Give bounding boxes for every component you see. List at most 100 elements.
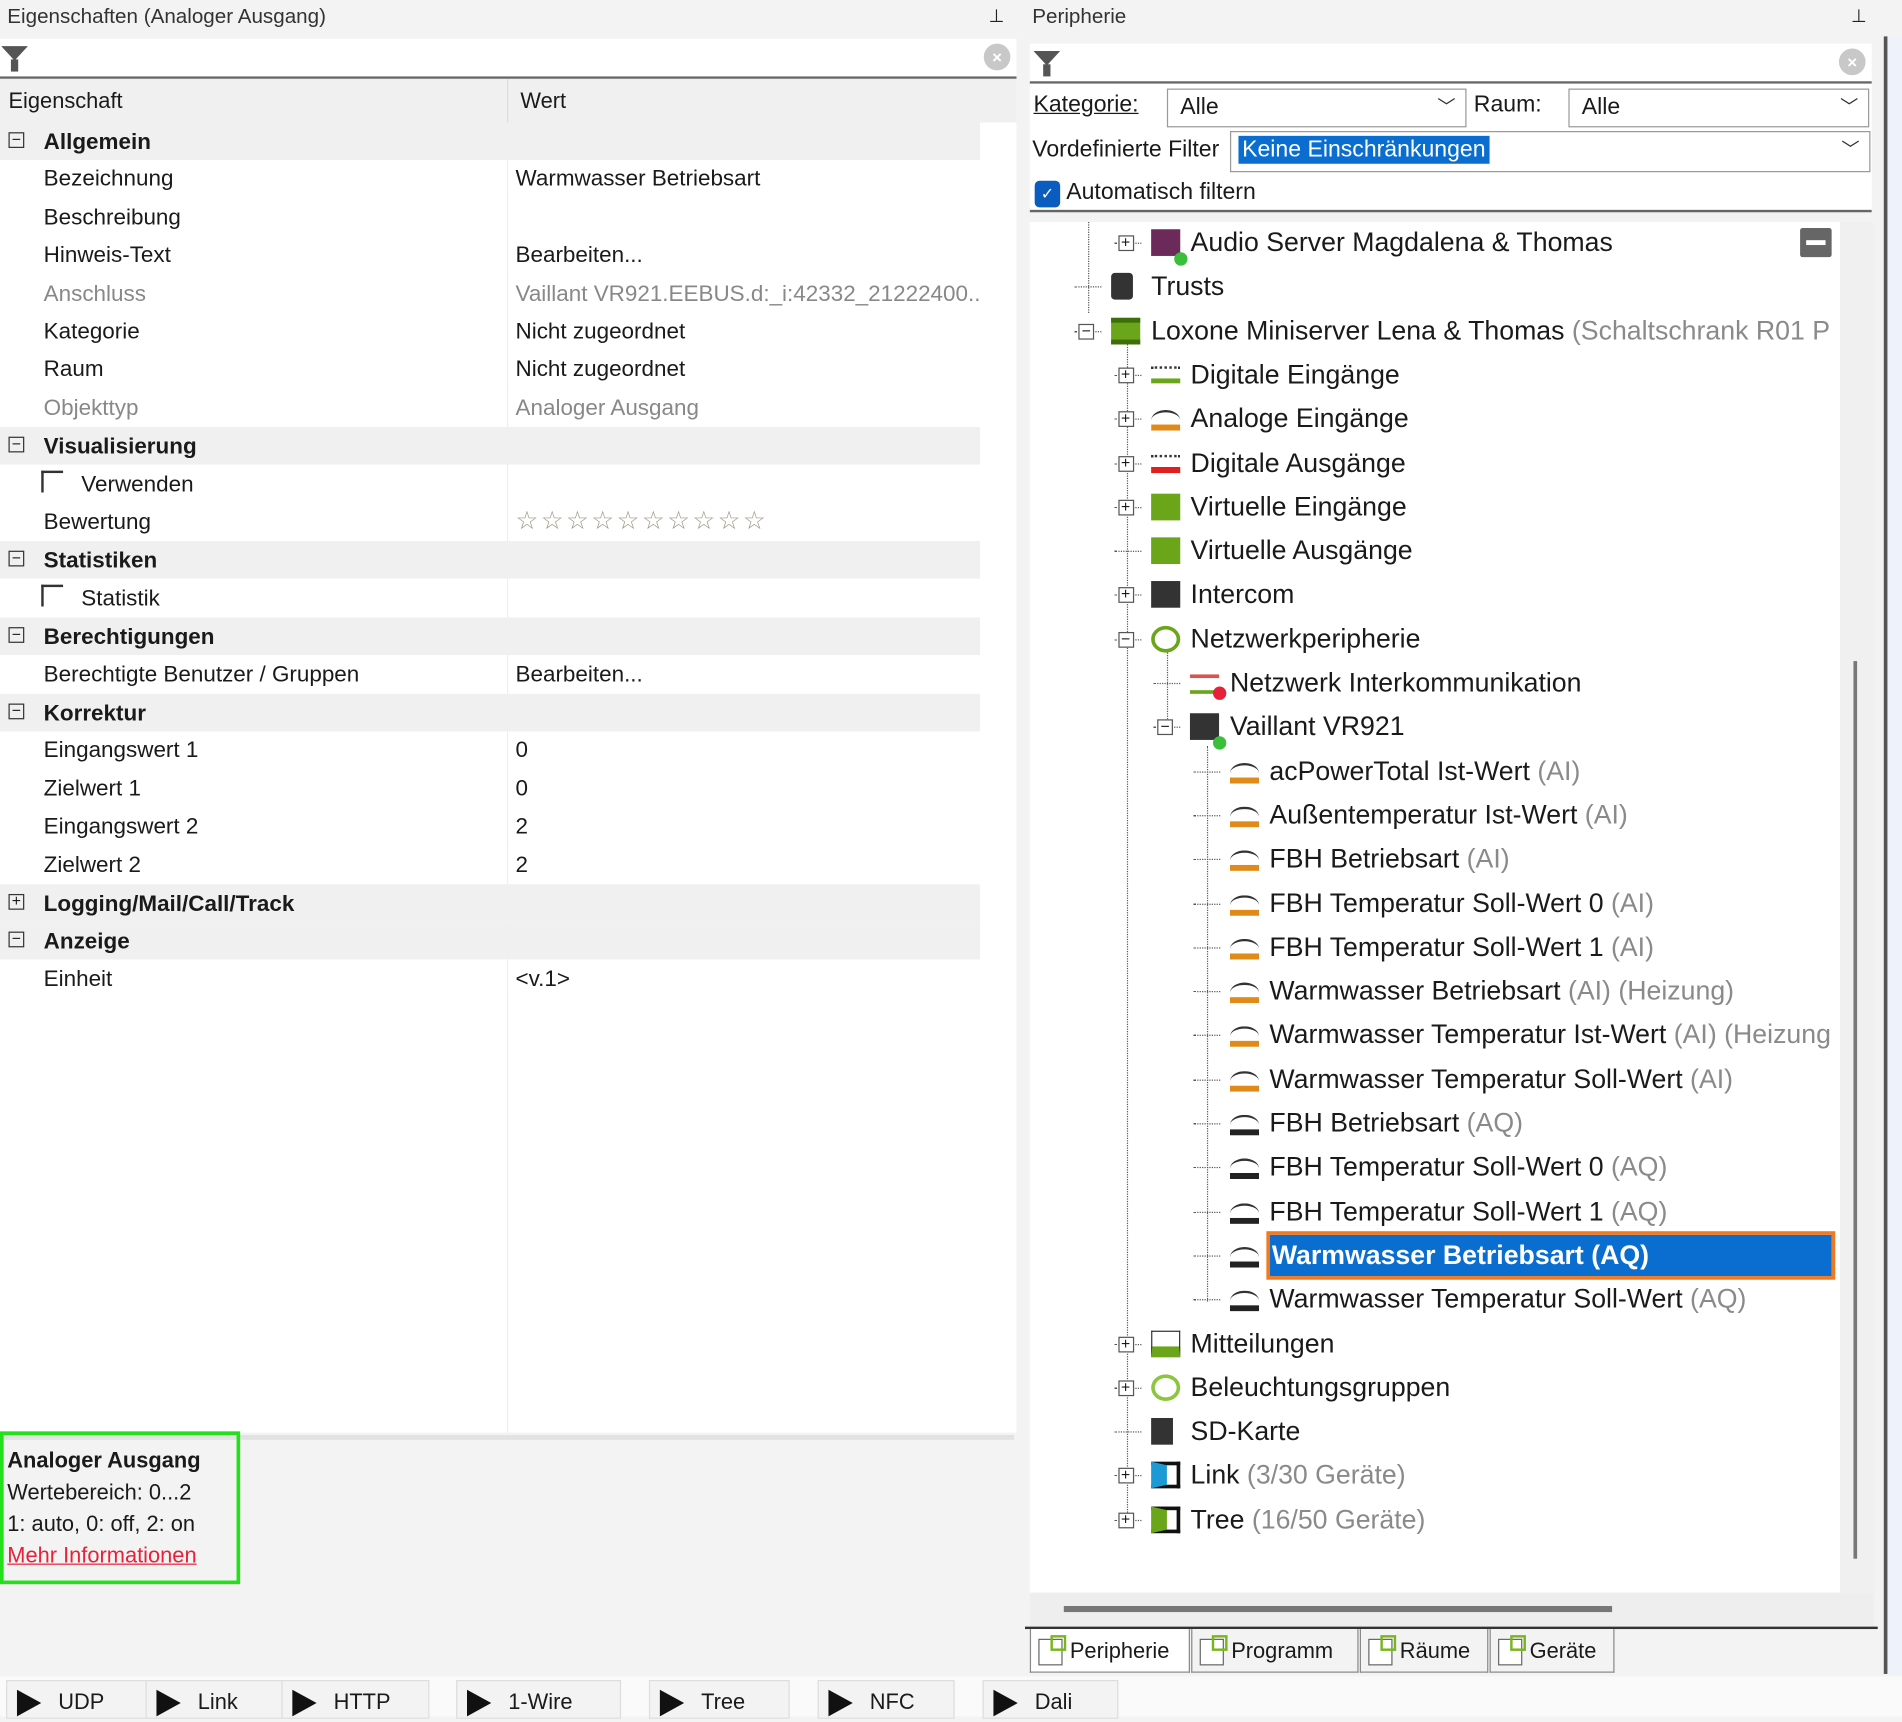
tree-item[interactable]: SD-Karte [1030,1411,1840,1452]
collapse-icon[interactable]: − [8,550,25,567]
tree-item-label[interactable]: Mitteilungen [1191,1323,1335,1364]
properties-filter-input[interactable]: × [0,38,1017,79]
property-value[interactable]: 2 [508,846,981,882]
property-row[interactable]: Eingangswert 2 2 [0,808,981,846]
tree-item-label[interactable]: Virtuelle Ausgänge [1191,530,1413,571]
column-header-value[interactable]: Wert [520,89,566,114]
clear-filter-icon[interactable]: × [1838,48,1866,76]
tree-item-label[interactable]: Intercom [1191,574,1295,615]
collapse-icon[interactable]: − [8,131,25,148]
bottom-tab-http[interactable]: HTTP [281,1680,430,1719]
property-value[interactable]: Analoger Ausgang [508,389,981,425]
column-header-property[interactable]: Eigenschaft [8,89,122,114]
tab-peripherie[interactable]: Peripherie [1029,1629,1190,1673]
tree-item-label[interactable]: SD-Karte [1191,1411,1301,1452]
collapse-icon[interactable]: − [1078,322,1095,340]
rating-stars[interactable]: ☆☆☆☆☆☆☆☆☆☆ [508,503,981,539]
tree-item[interactable]: Außentemperatur Ist-Wert (AI) [1030,794,1840,835]
tree-item[interactable]: Warmwasser Temperatur Soll-Wert (AI) [1030,1059,1840,1100]
tree-item[interactable]: Warmwasser Betriebsart (AI) (Heizung) [1030,971,1840,1012]
pin-icon[interactable]: ⊥ [1851,5,1867,27]
tree-item-label[interactable]: Loxone Miniserver Lena & Thomas (Schalts… [1151,310,1830,351]
property-value[interactable] [508,579,981,615]
property-value[interactable]: 2 [508,808,981,844]
bottom-tab-dali[interactable]: Dali [982,1680,1119,1719]
clear-filter-icon[interactable]: × [983,43,1011,71]
tree-item[interactable]: − Netzwerkperipherie [1030,618,1840,659]
tree-item[interactable]: + Virtuelle Eingänge [1030,486,1840,527]
property-row[interactable]: Bezeichnung Warmwasser Betriebsart [0,160,981,199]
tree-item[interactable]: − Vaillant VR921 [1030,706,1840,750]
bottom-tab-nfc[interactable]: NFC [817,1680,955,1719]
tree-item[interactable]: + Tree (16/50 Geräte) [1030,1499,1840,1540]
tree-item-label[interactable]: Analoge Eingänge [1191,398,1409,439]
tree-item-label[interactable]: Vaillant VR921 [1230,706,1405,747]
tab-geräte[interactable]: Geräte [1489,1629,1615,1673]
collapse-icon[interactable]: − [8,436,25,453]
tree-item-label[interactable]: Warmwasser Betriebsart (AI) (Heizung) [1269,971,1734,1012]
predefined-filter-select[interactable]: Keine Einschränkungen ﹀ [1229,131,1871,173]
property-row[interactable]: Beschreibung [0,198,981,237]
tree-item-label[interactable]: Warmwasser Temperatur Soll-Wert (AQ) [1269,1279,1746,1320]
property-group-anzeige[interactable]: − Anzeige [0,922,981,960]
collapse-icon[interactable]: − [8,931,25,948]
tree-item[interactable]: − Loxone Miniserver Lena & Thomas (Schalt… [1030,310,1840,351]
tree-item[interactable]: + Analoge Eingänge [1030,398,1840,439]
raum-select[interactable]: Alle ﹀ [1568,88,1870,128]
property-value[interactable]: Vaillant VR921.EEBUS.d:_i:42332_21222400… [508,274,981,311]
tab-programm[interactable]: Programm [1191,1629,1359,1673]
collapse-icon[interactable]: − [1117,630,1134,648]
property-group-korrektur[interactable]: − Korrektur [0,693,981,732]
expand-icon[interactable]: + [1117,1379,1134,1396]
collapse-button[interactable] [1800,228,1832,258]
expand-icon[interactable]: + [1117,234,1134,252]
property-row[interactable]: Hinweis-Text Bearbeiten... [0,236,981,275]
tree-item[interactable]: + Beleuchtungsgruppen [1030,1367,1840,1408]
property-value[interactable]: Nicht zugeordnet [508,351,981,387]
property-value[interactable]: Nicht zugeordnet [508,312,981,349]
tree-item[interactable]: + Digitale Ausgänge [1030,442,1840,483]
property-row[interactable]: Kategorie Nicht zugeordnet [0,312,981,351]
collapse-icon[interactable]: − [1157,718,1173,736]
property-value[interactable] [508,465,981,501]
tree-item-label[interactable]: Warmwasser Betriebsart (AQ) [1265,1231,1835,1280]
expand-icon[interactable]: + [1117,1511,1134,1529]
tree-item[interactable]: FBH Betriebsart (AI) [1030,838,1840,879]
tab-räume[interactable]: Räume [1359,1629,1489,1673]
horizontal-scrollbar-thumb[interactable] [1063,1606,1613,1613]
horizontal-scrollbar[interactable] [1029,1592,1875,1627]
property-value[interactable]: Bearbeiten... [508,655,981,691]
auto-filter-checkbox[interactable]: ✓ [1034,180,1061,208]
tree-item[interactable]: + Mitteilungen [1030,1323,1840,1364]
tree-item-label[interactable]: FBH Betriebsart (AI) [1269,838,1509,879]
vertical-scrollbar[interactable] [1840,221,1875,1593]
tree-item-label[interactable]: Link (3/30 Geräte) [1191,1455,1406,1496]
property-row[interactable]: Statistik [0,579,981,618]
tree-item-label[interactable]: Netzwerkperipherie [1191,618,1421,659]
tree-item[interactable]: FBH Temperatur Soll-Wert 1 (AQ) [1030,1191,1840,1232]
property-row[interactable]: Verwenden [0,465,981,503]
tree-item[interactable]: + Audio Server Magdalena & Thomas [1030,222,1840,266]
expand-icon[interactable]: + [8,893,25,910]
property-row[interactable]: Berechtigte Benutzer / Gruppen Bearbeiten… [0,655,981,694]
tree-item[interactable]: Warmwasser Temperatur Ist-Wert (AI) (Hei… [1030,1015,1840,1056]
pin-icon[interactable]: ⊥ [989,5,1005,27]
tree-item-label[interactable]: FBH Temperatur Soll-Wert 0 (AI) [1269,882,1654,923]
property-row[interactable]: Bewertung ☆☆☆☆☆☆☆☆☆☆ [0,503,981,541]
tree-item-label[interactable]: FBH Temperatur Soll-Wert 0 (AQ) [1269,1147,1667,1188]
tree-item-label[interactable]: FBH Temperatur Soll-Wert 1 (AI) [1269,926,1654,967]
expand-icon[interactable]: + [1117,1467,1134,1484]
property-group-berechtigungen[interactable]: − Berechtigungen [0,617,981,656]
collapse-icon[interactable]: − [8,702,25,720]
expand-icon[interactable]: + [1117,366,1134,384]
property-group-statistiken[interactable]: − Statistiken [0,541,981,580]
bottom-tab-udp[interactable]: UDP [6,1680,147,1719]
bottom-tab-1-wire[interactable]: 1-Wire [456,1680,622,1719]
tree-item[interactable]: FBH Betriebsart (AQ) [1030,1103,1840,1144]
tree-item-label[interactable]: Tree (16/50 Geräte) [1191,1499,1426,1540]
tree-item[interactable]: Netzwerk Interkommunikation [1030,662,1840,703]
property-row[interactable]: Eingangswert 1 0 [0,731,981,770]
collapse-icon[interactable]: − [8,626,25,644]
bottom-tab-link[interactable]: Link [145,1680,283,1719]
tree-item-label[interactable]: Virtuelle Eingänge [1191,486,1407,527]
